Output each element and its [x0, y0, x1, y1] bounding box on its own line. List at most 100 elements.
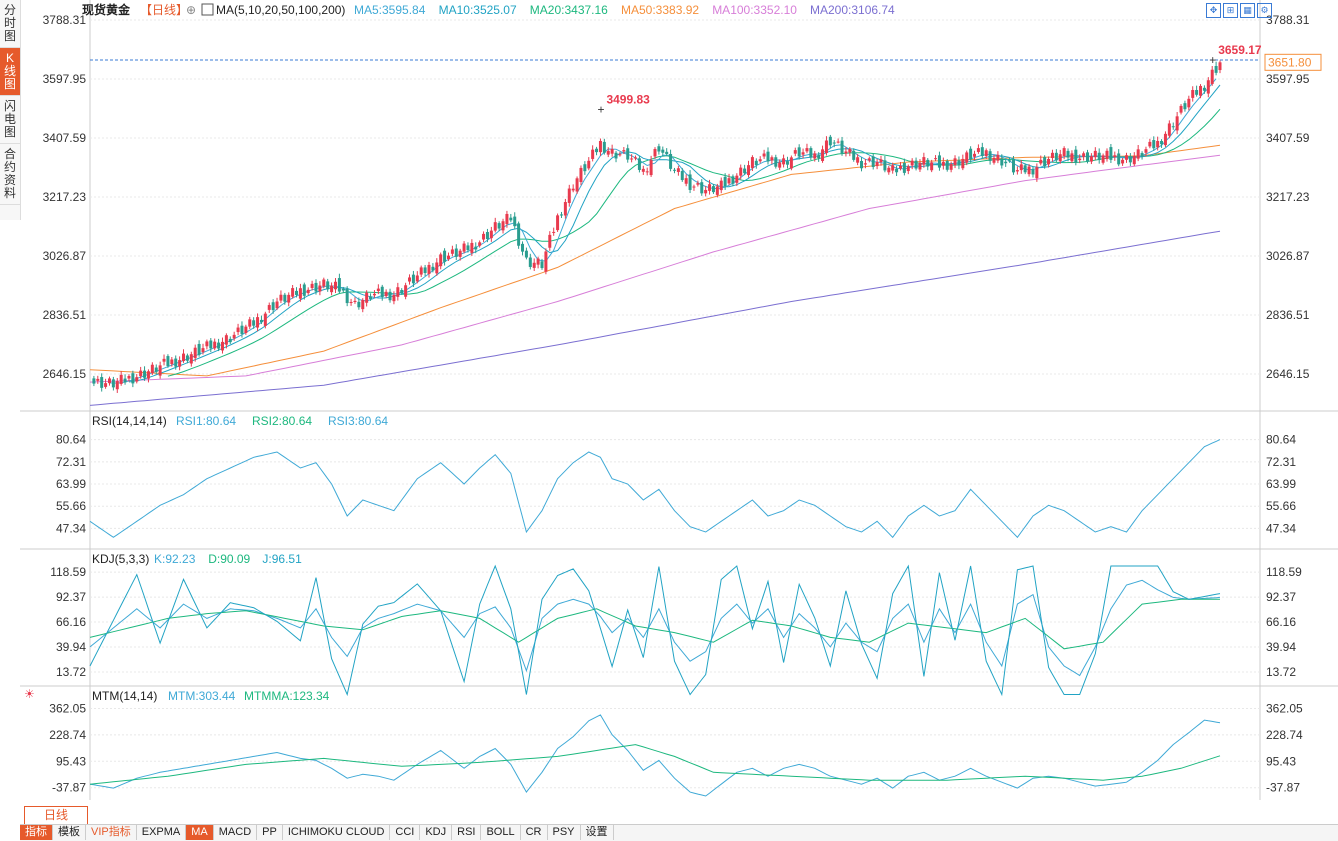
candle-body — [443, 250, 447, 262]
tab-ma[interactable]: MA — [186, 825, 214, 840]
candle-body — [298, 288, 302, 299]
side-tab-3[interactable]: 合约资料 — [0, 144, 20, 205]
y-tick-label-right: 228.74 — [1266, 728, 1303, 742]
candle-body — [778, 162, 782, 168]
candle-body — [540, 261, 544, 269]
candle-body — [291, 288, 295, 297]
ma-legend-ma10: MA10:3525.07 — [439, 3, 517, 17]
tab-psy[interactable]: PSY — [548, 825, 581, 840]
candle-body — [548, 234, 552, 248]
candle-body — [532, 262, 536, 268]
candle-body — [513, 216, 517, 227]
candle-body — [852, 150, 856, 160]
y-tick-label-left: 3217.23 — [43, 190, 87, 204]
candle-body — [895, 168, 899, 173]
candle-body — [980, 147, 984, 157]
candle-body — [466, 245, 470, 251]
candle-body — [1019, 164, 1023, 171]
mtm-legend-0: MTM:303.44 — [168, 689, 236, 703]
candle-body — [361, 299, 365, 310]
candle-body — [992, 157, 996, 163]
side-tab-2[interactable]: 闪电图 — [0, 96, 20, 144]
y-tick-label-left: 80.64 — [56, 433, 86, 447]
y-tick-label-left: 13.72 — [56, 665, 86, 679]
candle-body — [524, 250, 528, 258]
tab-vip指标[interactable]: VIP指标 — [86, 825, 137, 840]
tab-boll[interactable]: BOLL — [481, 825, 521, 840]
tab-expma[interactable]: EXPMA — [137, 825, 187, 840]
period-toggle-icon: ⊕ — [186, 3, 196, 17]
tab-rsi[interactable]: RSI — [452, 825, 482, 840]
y-tick-label-left: 2646.15 — [43, 367, 87, 381]
tab-pp[interactable]: PP — [257, 825, 283, 840]
candle-body — [263, 313, 267, 326]
chart-toolbar: ✥ ⊞ ▦ ⚙ — [1206, 2, 1274, 18]
candle-body — [684, 178, 688, 184]
tab-模板[interactable]: 模板 — [53, 825, 86, 840]
candle-body — [275, 301, 279, 309]
mtm-settings-icon: ☀ — [24, 687, 35, 701]
candle-body — [415, 275, 419, 282]
y-tick-label-right: 3407.59 — [1266, 131, 1310, 145]
settings-icon[interactable]: ⚙ — [1257, 3, 1272, 18]
candle-body — [248, 319, 252, 327]
candle-body — [762, 153, 766, 157]
candle-body — [193, 347, 197, 358]
candle-body — [1124, 155, 1128, 160]
candle-body — [723, 176, 727, 187]
tab-cci[interactable]: CCI — [390, 825, 421, 840]
tab-设置[interactable]: 设置 — [581, 825, 614, 840]
timeframe-button[interactable]: 日线 — [24, 806, 88, 825]
tab-ichimoku-cloud[interactable]: ICHIMOKU CLOUD — [283, 825, 391, 840]
ma-legend-ma50: MA50:3383.92 — [621, 3, 699, 17]
candle-body — [1132, 155, 1136, 165]
candle-body — [517, 223, 521, 246]
y-tick-label-right: 39.94 — [1266, 640, 1296, 654]
tab-指标[interactable]: 指标 — [20, 825, 53, 840]
candle-body — [1074, 149, 1078, 163]
move-icon[interactable]: ✥ — [1206, 3, 1221, 18]
candle-body — [661, 149, 665, 153]
candle-body — [310, 283, 314, 288]
tab-macd[interactable]: MACD — [214, 825, 258, 840]
kdj-legend-0: K:92.23 — [154, 552, 196, 566]
ma-line-ma5 — [109, 78, 1217, 384]
kdj-j-line — [89, 564, 1221, 697]
candle-body — [158, 365, 162, 376]
grid-icon[interactable]: ▦ — [1240, 3, 1255, 18]
candle-body — [1086, 152, 1090, 162]
candle-body — [536, 258, 540, 265]
candle-body — [630, 158, 634, 160]
candle-body — [1093, 150, 1097, 158]
chart-svg[interactable]: 3788.31 3788.313597.95 3597.953407.59 3407.… — [20, 0, 1338, 806]
y-tick-label-right: 2836.51 — [1266, 308, 1310, 322]
candle-body — [197, 343, 201, 355]
candle-body — [189, 354, 193, 364]
candle-body — [419, 267, 423, 275]
candle-body — [220, 341, 224, 351]
candle-body — [326, 281, 330, 290]
candle-body — [341, 288, 345, 291]
zoom-icon[interactable]: ⊞ — [1223, 3, 1238, 18]
side-tab-0[interactable]: 分时图 — [0, 0, 20, 48]
candle-body — [598, 140, 602, 153]
tab-kdj[interactable]: KDJ — [420, 825, 453, 840]
side-tab-1[interactable]: K线图 — [0, 48, 20, 96]
candle-body — [587, 160, 591, 169]
y-tick-label-left: 3597.95 — [43, 72, 87, 86]
candle-body — [1167, 123, 1171, 136]
candle-body — [704, 189, 708, 194]
candle-body — [267, 305, 271, 310]
candle-body — [906, 166, 910, 172]
candle-body — [482, 233, 486, 240]
kdj-legend-1: D:90.09 — [208, 552, 250, 566]
candle-body — [107, 378, 111, 384]
candle-body — [544, 251, 548, 272]
candle-body — [957, 160, 961, 166]
candle-body — [380, 286, 384, 298]
candle-body — [150, 364, 154, 374]
candle-body — [750, 157, 754, 168]
candle-body — [1054, 152, 1058, 161]
tab-cr[interactable]: CR — [521, 825, 548, 840]
candle-body — [131, 373, 135, 384]
